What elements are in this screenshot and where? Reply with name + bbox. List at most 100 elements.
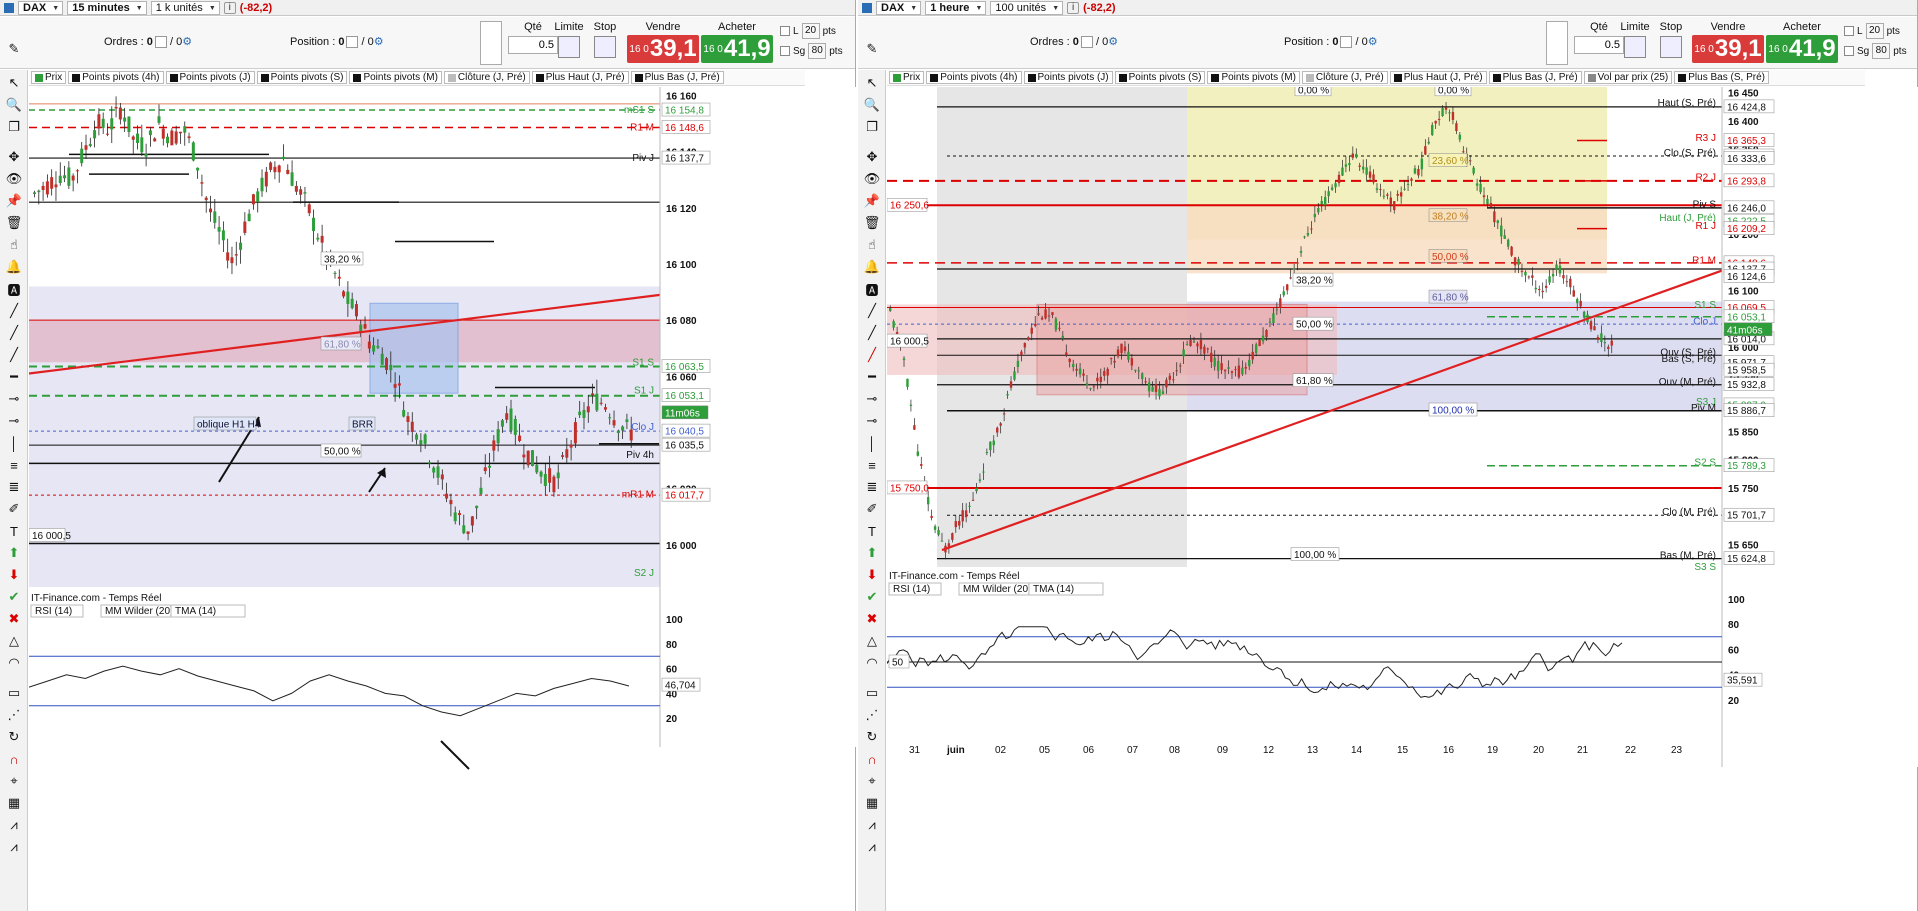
- limit-checkbox[interactable]: [780, 26, 790, 36]
- pointer-icon[interactable]: ☝: [4, 236, 24, 254]
- eye-icon[interactable]: 👁: [4, 170, 24, 188]
- copy-icon[interactable]: ❐: [862, 118, 882, 136]
- legend-item[interactable]: Points pivots (S): [256, 71, 348, 84]
- orders-toggle[interactable]: [154, 36, 167, 49]
- cursor-icon[interactable]: ↖: [862, 74, 882, 92]
- legend-item[interactable]: Prix: [889, 71, 925, 84]
- red-line-icon[interactable]: ╱: [4, 346, 24, 364]
- ray-icon[interactable]: ⊸: [862, 412, 882, 430]
- measure-icon[interactable]: ⌖: [862, 772, 882, 790]
- price-chart[interactable]: 0,00 % 0,00 % 23,60 % 38,20 % 50,00 % 61,80 %…: [887, 87, 1918, 911]
- info-icon[interactable]: i: [223, 1, 236, 14]
- legend-item[interactable]: Plus Bas (S, Pré): [1674, 71, 1769, 84]
- rectangle-icon[interactable]: ▭: [862, 684, 882, 702]
- magnet-icon[interactable]: ∩: [862, 750, 882, 768]
- legend-item[interactable]: Points pivots (4h): [926, 71, 1022, 84]
- legend-item[interactable]: Clôture (J, Pré): [1301, 71, 1388, 84]
- legend-item[interactable]: Clôture (J, Pré): [443, 71, 530, 84]
- limit-button[interactable]: Limite: [552, 21, 586, 58]
- horizontal-line-icon[interactable]: ━: [862, 368, 882, 386]
- pts-input-2[interactable]: 80: [1872, 43, 1891, 59]
- line-icon[interactable]: ╱: [862, 324, 882, 342]
- cursor-icon[interactable]: ↖: [4, 74, 24, 92]
- legend-item[interactable]: Points pivots (M): [1207, 71, 1300, 84]
- rsi-draw-icon[interactable]: ⩘: [4, 838, 24, 856]
- cross-icon[interactable]: ✖: [4, 610, 24, 628]
- position-toggle[interactable]: [346, 36, 359, 49]
- sell-button[interactable]: Vendre 16 0 39,1: [1692, 21, 1764, 63]
- check-icon[interactable]: ✔: [862, 588, 882, 606]
- arc-icon[interactable]: ◠: [862, 654, 882, 672]
- pointer-icon[interactable]: ☝: [862, 236, 882, 254]
- legend-item[interactable]: Plus Bas (J, Pré): [1488, 71, 1582, 84]
- fibonacci-icon[interactable]: ≡: [862, 456, 882, 474]
- triangle-icon[interactable]: △: [4, 632, 24, 650]
- sell-button[interactable]: Vendre 16 0 39,1: [627, 21, 699, 63]
- ray-icon[interactable]: ⊸: [4, 412, 24, 430]
- zoom-icon[interactable]: 🔍: [4, 96, 24, 114]
- alert-icon[interactable]: 🔔: [862, 258, 882, 276]
- legend-item[interactable]: Vol par prix (25): [1583, 71, 1673, 84]
- fibo-fan-icon[interactable]: ⩘: [862, 816, 882, 834]
- legend-item[interactable]: Plus Bas (J, Pré): [630, 71, 724, 84]
- orders-toggle[interactable]: [1080, 36, 1093, 49]
- cycle-icon[interactable]: ↻: [4, 728, 24, 746]
- check-icon[interactable]: ✔: [4, 588, 24, 606]
- stop-checkbox[interactable]: [1844, 46, 1854, 56]
- arrow-down-icon[interactable]: ⬇: [862, 566, 882, 584]
- line-icon[interactable]: ╱: [862, 302, 882, 320]
- arrow-up-icon[interactable]: ⬆: [4, 544, 24, 562]
- limit-checkbox[interactable]: [1844, 26, 1854, 36]
- alert-icon[interactable]: 🔔: [4, 258, 24, 276]
- measure-icon[interactable]: ⌖: [4, 772, 24, 790]
- rsi-draw-icon[interactable]: ⩘: [862, 838, 882, 856]
- price-chart[interactable]: 38,20 % 61,80 % 50,00 % oblique H1 H4 BRR 16 …: [29, 87, 856, 911]
- fibonacci-icon[interactable]: ≡: [4, 456, 24, 474]
- quantity-input[interactable]: [508, 36, 558, 54]
- line-icon[interactable]: ╱: [4, 302, 24, 320]
- brush-icon[interactable]: ✐: [4, 500, 24, 518]
- pencil-icon[interactable]: ✎: [862, 40, 882, 58]
- legend-item[interactable]: Points pivots (J): [1023, 71, 1113, 84]
- link-icon[interactable]: ⚙: [1108, 36, 1118, 48]
- text-icon[interactable]: 🅰: [4, 280, 24, 298]
- rectangle-icon[interactable]: ▭: [4, 684, 24, 702]
- pattern-icon[interactable]: ⋰: [4, 706, 24, 724]
- legend-item[interactable]: Points pivots (J): [165, 71, 255, 84]
- arc-icon[interactable]: ◠: [4, 654, 24, 672]
- zone-icon[interactable]: ▦: [4, 794, 24, 812]
- units-select[interactable]: 1 k unités: [150, 0, 220, 15]
- vertical-line-icon[interactable]: │: [862, 434, 882, 452]
- legend-item[interactable]: Points pivots (S): [1114, 71, 1206, 84]
- limit-button[interactable]: Limite: [1618, 21, 1652, 58]
- channel-icon[interactable]: ⊸: [4, 390, 24, 408]
- legend-item[interactable]: Plus Haut (J, Pré): [531, 71, 629, 84]
- pts-input-1[interactable]: 20: [801, 23, 820, 39]
- stop-checkbox[interactable]: [780, 46, 790, 56]
- move-icon[interactable]: ✥: [862, 148, 882, 166]
- triangle-icon[interactable]: △: [862, 632, 882, 650]
- brush-icon[interactable]: ✐: [862, 500, 882, 518]
- horizontal-line-icon[interactable]: ━: [4, 368, 24, 386]
- magnet-icon[interactable]: ∩: [4, 750, 24, 768]
- legend-item[interactable]: Points pivots (4h): [68, 71, 164, 84]
- arrow-up-icon[interactable]: ⬆: [862, 544, 882, 562]
- link-icon[interactable]: ⚙: [374, 36, 384, 48]
- pts-input-2[interactable]: 80: [808, 43, 827, 59]
- pin-icon[interactable]: 📌: [862, 192, 882, 210]
- copy-icon[interactable]: ❐: [4, 118, 24, 136]
- link-icon[interactable]: ⚙: [182, 36, 192, 48]
- timeframe-select[interactable]: 15 minutes: [67, 0, 147, 15]
- legend-item[interactable]: Points pivots (M): [349, 71, 442, 84]
- stop-button[interactable]: Stop: [1654, 21, 1688, 58]
- fan-icon[interactable]: ≣: [862, 478, 882, 496]
- zoom-icon[interactable]: 🔍: [862, 96, 882, 114]
- legend-item[interactable]: Prix: [31, 71, 67, 84]
- zone-icon[interactable]: ▦: [862, 794, 882, 812]
- pencil-icon[interactable]: ✎: [4, 40, 24, 58]
- position-toggle[interactable]: [1340, 36, 1353, 49]
- channel-icon[interactable]: ⊸: [862, 390, 882, 408]
- instrument-select[interactable]: DAX: [876, 0, 922, 15]
- move-icon[interactable]: ✥: [4, 148, 24, 166]
- calculator-icon[interactable]: [1546, 21, 1568, 65]
